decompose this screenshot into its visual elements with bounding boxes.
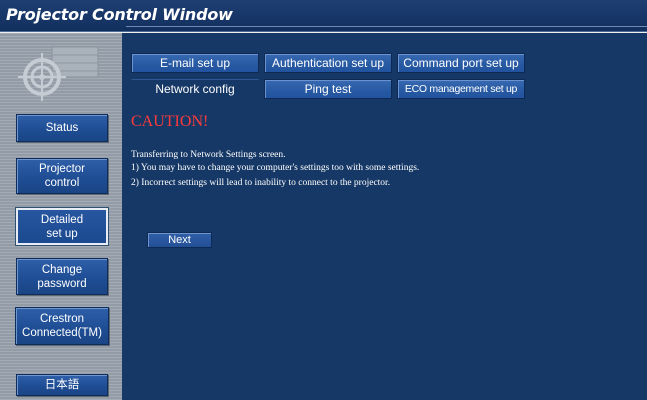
sidebar-item-label: 日本語 bbox=[44, 379, 80, 391]
tab-label: Command port set up bbox=[403, 56, 519, 70]
caution-heading: CAUTION! bbox=[131, 113, 209, 130]
title-bar: Projector Control Window bbox=[0, 0, 647, 32]
sidebar-item-detailed-set-up[interactable]: Detailed set up bbox=[16, 208, 108, 245]
sidebar-item-label: Change password bbox=[37, 263, 87, 290]
sidebar-item-label: Projector control bbox=[38, 163, 86, 189]
main-panel: E-mail set up Authentication set up Comm… bbox=[122, 33, 647, 400]
logo-area bbox=[0, 33, 122, 113]
message-line: 1) You may have to change your computer'… bbox=[131, 163, 420, 173]
sidebar: Status Projector control Detailed set up… bbox=[0, 33, 122, 400]
message-line: 2) Incorrect settings will lead to inabi… bbox=[131, 178, 391, 188]
next-button[interactable]: Next bbox=[147, 232, 212, 248]
tab-authentication-set-up[interactable]: Authentication set up bbox=[264, 53, 392, 73]
window-title: Projector Control Window bbox=[6, 5, 233, 24]
tab-network-config[interactable]: Network config bbox=[131, 79, 259, 99]
crosshair-target-icon bbox=[18, 46, 99, 101]
tab-label: Network config bbox=[155, 82, 235, 96]
tab-ping-test[interactable]: Ping test bbox=[264, 79, 392, 99]
sidebar-item-label: Status bbox=[45, 122, 79, 134]
sidebar-item-projector-control[interactable]: Projector control bbox=[16, 158, 108, 194]
network-config-content: CAUTION! Transferring to Network Setting… bbox=[122, 108, 647, 400]
title-divider bbox=[126, 26, 647, 27]
tab-label: Ping test bbox=[304, 82, 352, 96]
sidebar-item-change-password[interactable]: Change password bbox=[16, 258, 108, 295]
sidebar-item-label: Crestron Connected(TM) bbox=[22, 313, 102, 339]
tab-email-set-up[interactable]: E-mail set up bbox=[131, 53, 259, 73]
sidebar-item-japanese[interactable]: 日本語 bbox=[16, 374, 108, 396]
next-button-label: Next bbox=[168, 234, 191, 246]
tab-label: E-mail set up bbox=[159, 56, 231, 70]
message-line: Transferring to Network Settings screen. bbox=[131, 150, 286, 160]
tab-command-port-set-up[interactable]: Command port set up bbox=[397, 53, 525, 73]
tab-eco-management-set-up[interactable]: ECO management set up bbox=[397, 79, 525, 99]
sidebar-item-crestron-connected[interactable]: Crestron Connected(TM) bbox=[15, 307, 109, 345]
sidebar-item-label: Detailed set up bbox=[40, 213, 84, 240]
sidebar-item-status[interactable]: Status bbox=[16, 114, 108, 142]
tab-label: ECO management set up bbox=[404, 83, 518, 95]
tab-label: Authentication set up bbox=[271, 56, 385, 70]
